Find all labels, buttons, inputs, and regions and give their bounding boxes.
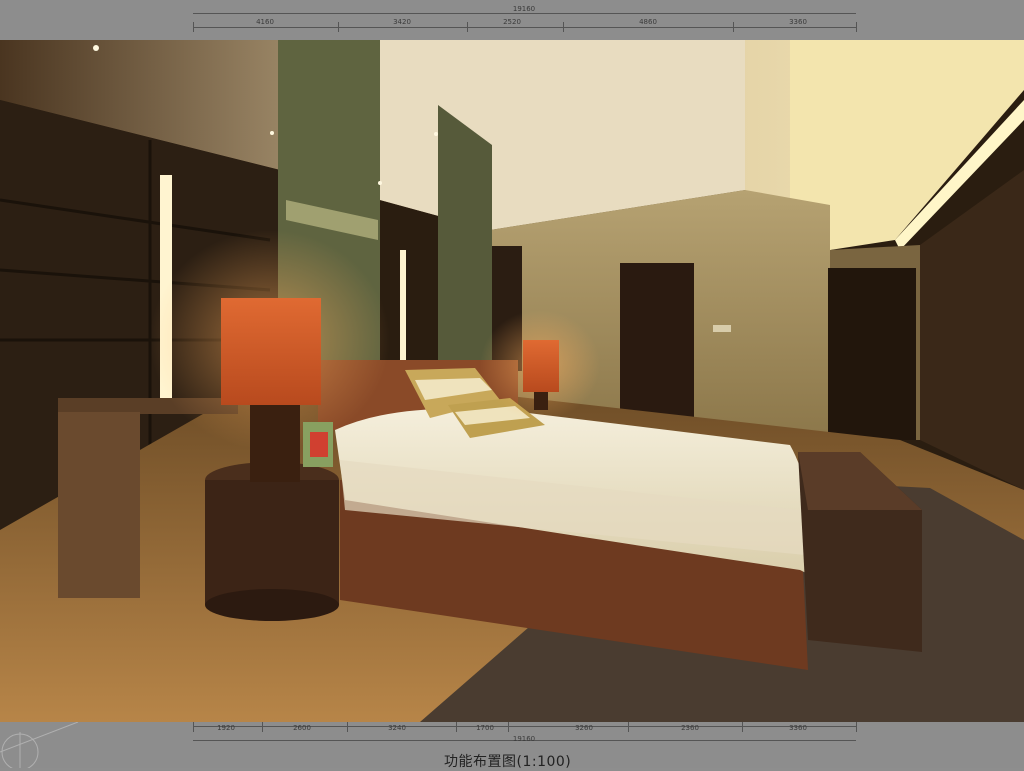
top-segment-line (193, 27, 856, 28)
tick (456, 722, 457, 732)
tick (856, 722, 857, 732)
bottom-segment-dimension: 1700 (476, 724, 494, 732)
top-total-line (193, 13, 856, 14)
tick (338, 22, 339, 32)
tick (856, 22, 857, 32)
drafting-compass-mark (0, 722, 79, 768)
top-segment-dimension: 4860 (639, 18, 657, 26)
top-segment-dimension: 3420 (393, 18, 411, 26)
bottom-segment-dimension: 1920 (217, 724, 235, 732)
bottom-segment-dimension: 3260 (575, 724, 593, 732)
bottom-total-dimension: 19160 (512, 735, 536, 743)
bottom-segment-dimension: 3360 (789, 724, 807, 732)
tick (467, 22, 468, 32)
tick (742, 722, 743, 732)
bottom-segment-dimension: 2360 (681, 724, 699, 732)
tick (508, 722, 509, 732)
tick (262, 722, 263, 732)
tick (347, 722, 348, 732)
drawing-caption: 功能布置图(1:100) (444, 754, 572, 770)
slide-frame: 19160 4160 3420 2520 4860 3360 1920 2600… (0, 0, 1024, 770)
bottom-segment-dimension: 2600 (293, 724, 311, 732)
tick (628, 722, 629, 732)
tick (193, 722, 194, 732)
top-segment-dimension: 2520 (503, 18, 521, 26)
top-segment-dimension: 3360 (789, 18, 807, 26)
top-dimension-band: 19160 4160 3420 2520 4860 3360 (0, 0, 1024, 40)
bedroom-photo (0, 40, 1024, 722)
bedroom-scene-illustration (0, 40, 1024, 722)
top-segment-dimension: 4160 (256, 18, 274, 26)
bottom-segment-dimension: 3240 (388, 724, 406, 732)
tick (193, 22, 194, 32)
tick (733, 22, 734, 32)
top-total-dimension: 19160 (512, 5, 536, 13)
tick (563, 22, 564, 32)
